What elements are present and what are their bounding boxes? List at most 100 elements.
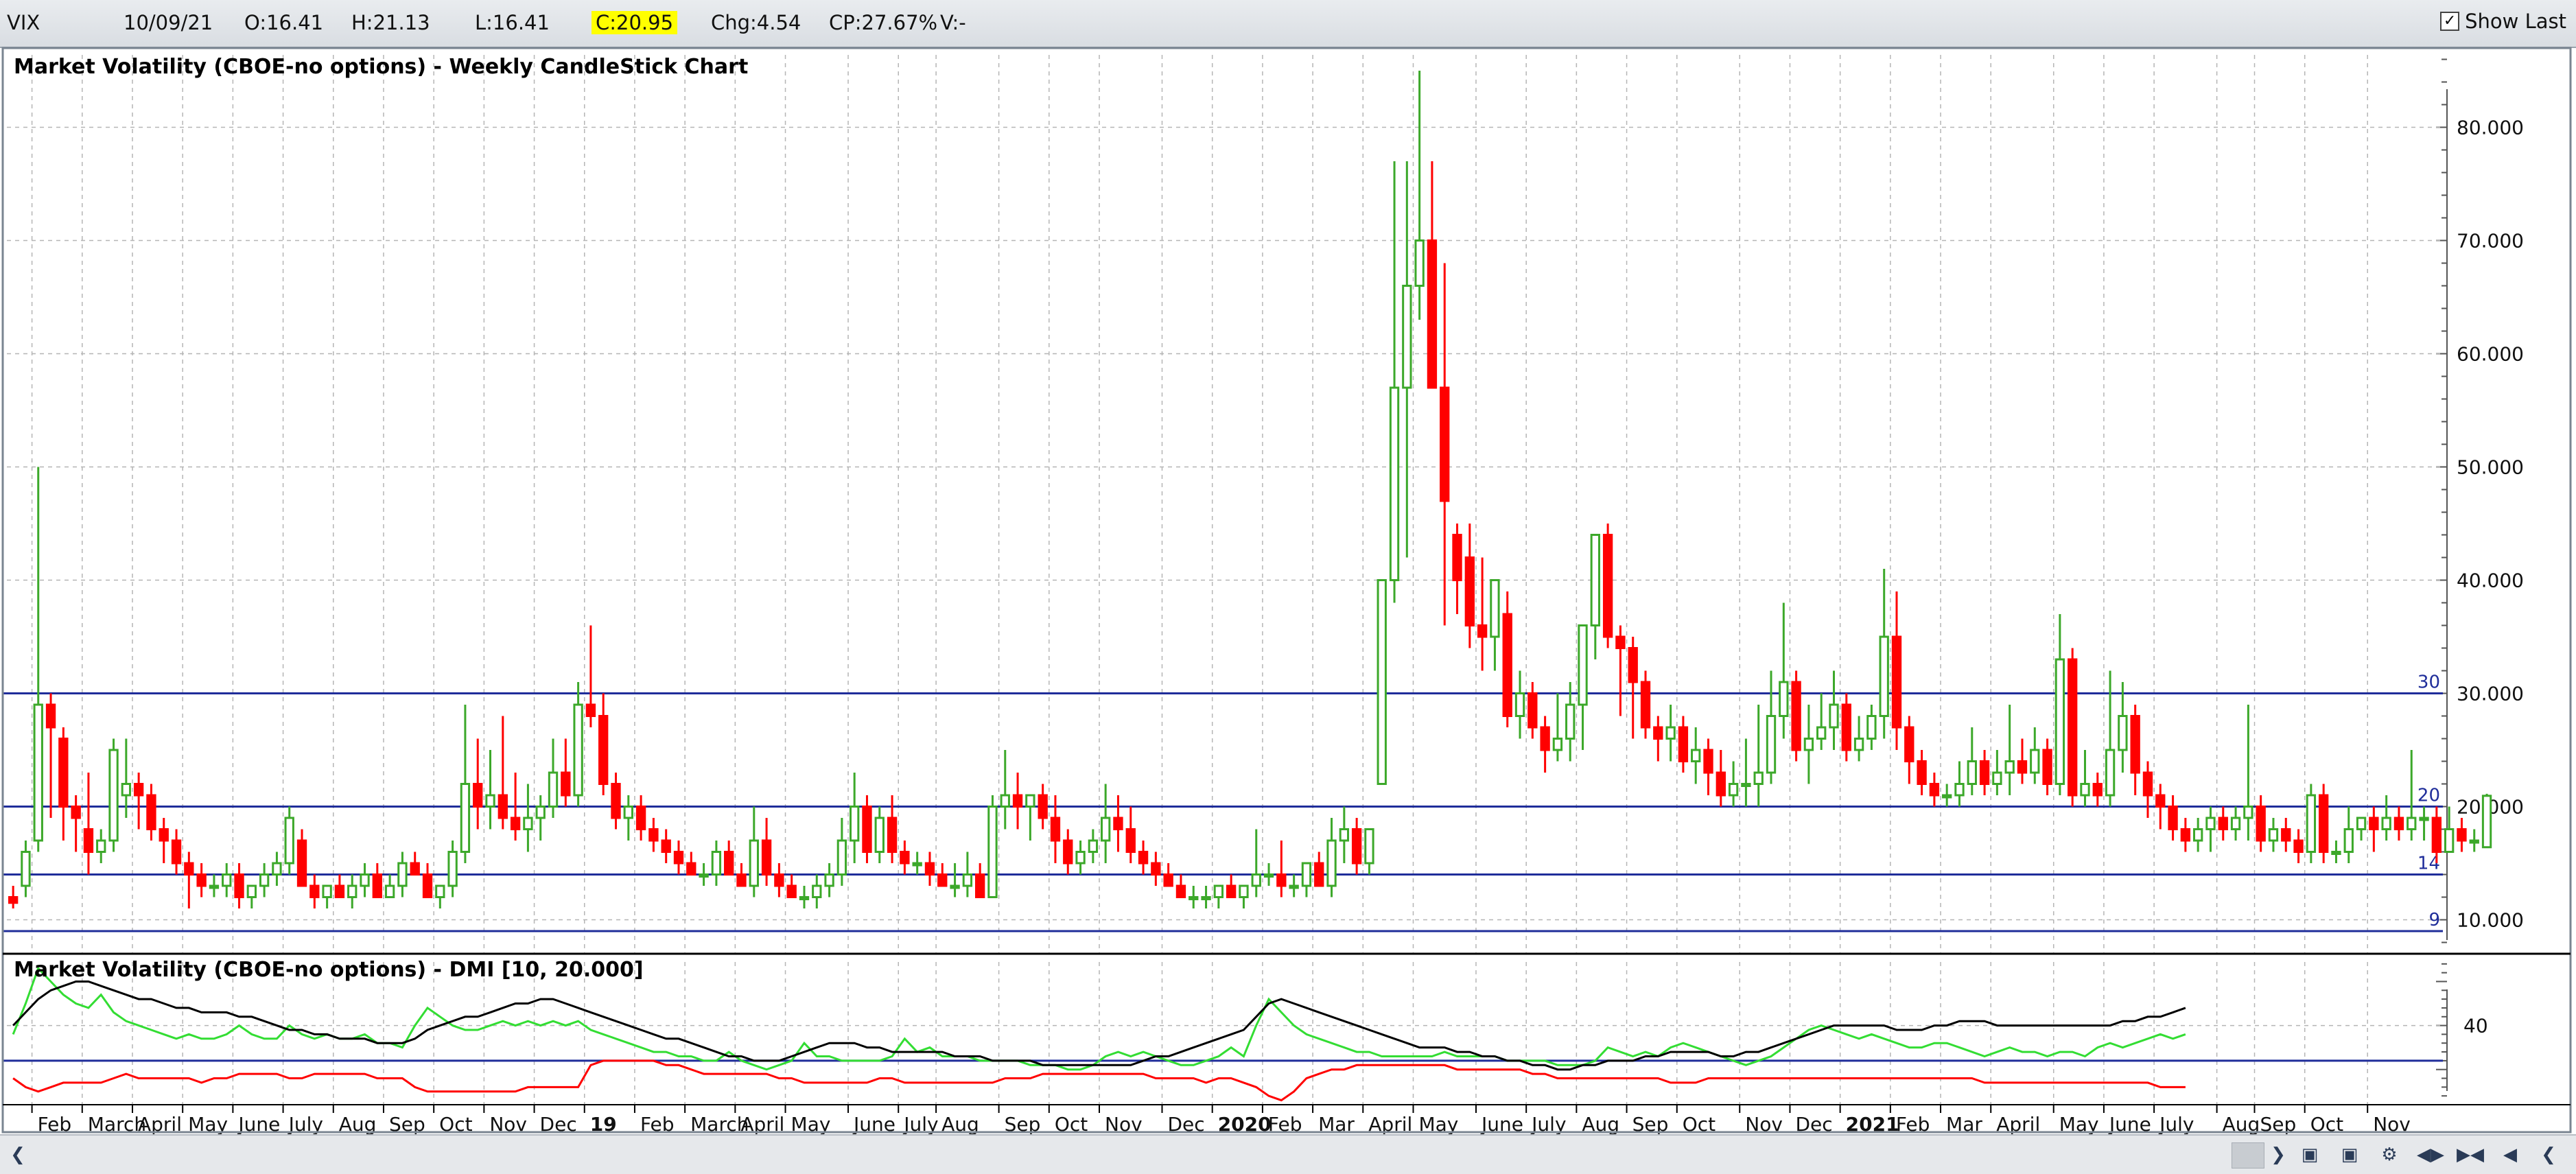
candle-body xyxy=(523,817,533,830)
prev-page-icon-2[interactable]: ◀ xyxy=(2496,1144,2524,1166)
candle-body xyxy=(1175,884,1186,898)
candle-body xyxy=(1917,760,1927,785)
candle-body xyxy=(309,884,320,898)
horizontal-scrollbar[interactable]: ❮ ❯ ▣ ▣ ⚙ ◀▶ ▶◀ ◀ ❮ xyxy=(0,1134,2576,1174)
candle-body xyxy=(573,703,583,797)
candle-body xyxy=(2054,658,2065,785)
y-tick-label: 60.000 xyxy=(2457,343,2524,366)
candle-body xyxy=(1427,239,1438,389)
candle-body xyxy=(2180,828,2191,842)
scroll-left-icon[interactable]: ❮ xyxy=(4,1144,32,1166)
candle-body xyxy=(447,851,458,887)
candle-body xyxy=(598,715,609,785)
candle-body xyxy=(2004,760,2015,774)
candle-body xyxy=(1502,613,1512,717)
candle-body xyxy=(2142,771,2153,797)
candle-body xyxy=(246,884,257,898)
candle-body xyxy=(561,771,571,797)
candle-body xyxy=(360,873,370,887)
zoom-out-icon[interactable]: ▣ xyxy=(2336,1144,2363,1166)
candle-body xyxy=(209,884,220,889)
candlestick-chart-title: Market Volatility (CBOE-no options) - We… xyxy=(14,55,749,79)
candle-body xyxy=(473,783,483,808)
candle-body xyxy=(1075,851,1086,865)
candle-body xyxy=(912,862,922,867)
candle-body xyxy=(950,884,960,889)
candle-body xyxy=(2281,828,2291,842)
candle-body xyxy=(799,896,810,900)
candle-body xyxy=(1979,760,1990,785)
candle-body xyxy=(1201,896,1211,900)
settings-icon[interactable]: ⚙ xyxy=(2376,1144,2403,1166)
candle-body xyxy=(2268,828,2279,842)
candle-body xyxy=(2457,828,2467,842)
zoom-in-icon[interactable]: ▣ xyxy=(2296,1144,2323,1166)
candle-body xyxy=(1440,386,1450,502)
candle-body xyxy=(1640,681,1651,729)
candle-body xyxy=(2068,658,2078,797)
candle-body xyxy=(485,794,495,808)
candle-body xyxy=(1602,534,1613,638)
prev-page-icon[interactable]: ▶◀ xyxy=(2457,1144,2484,1166)
candle-body xyxy=(924,862,935,876)
candle-body xyxy=(699,873,709,878)
dmi-pane[interactable]: 40 xyxy=(3,962,2488,1105)
candle-body xyxy=(749,839,759,887)
candle-body xyxy=(2293,839,2304,853)
hline-label: 9 xyxy=(2428,910,2440,930)
candle-body xyxy=(1540,726,1550,751)
candle-body xyxy=(21,851,31,887)
candle-body xyxy=(1314,862,1324,887)
candle-body xyxy=(2017,760,2028,774)
candle-body xyxy=(422,873,433,898)
candlestick-pane[interactable]: 10.00020.00030.00040.00050.00060.00070.0… xyxy=(3,55,2524,954)
chart-area[interactable]: 10.00020.00030.00040.00050.00060.00070.0… xyxy=(0,0,2576,1173)
candle-body xyxy=(1351,828,1362,865)
candle-body xyxy=(623,806,633,819)
candle-body xyxy=(2393,817,2404,830)
candle-body xyxy=(1929,783,1940,797)
candle-body xyxy=(296,839,307,887)
previous-icon[interactable]: ❮ xyxy=(2535,1144,2562,1166)
candle-body xyxy=(1853,738,1864,751)
scrollbar-thumb[interactable] xyxy=(2232,1142,2264,1169)
candle-body xyxy=(786,884,797,898)
x-axis: Feb MarchApril May June July Aug Sep Oct Nov Dec 1… xyxy=(31,1105,2411,1136)
candle-body xyxy=(774,873,784,887)
y-tick-label: 30.000 xyxy=(2457,683,2524,705)
candle-body xyxy=(1665,726,1676,740)
candle-body xyxy=(1151,862,1161,876)
candle-body xyxy=(2369,817,2379,830)
candle-body xyxy=(2444,828,2455,853)
first-page-icon[interactable]: ◀▶ xyxy=(2417,1144,2444,1166)
candle-body xyxy=(661,839,671,853)
candle-body xyxy=(900,851,910,865)
candle-body xyxy=(1766,715,1777,774)
candle-body xyxy=(1226,884,1237,898)
candle-body xyxy=(171,839,182,865)
candle-body xyxy=(1615,635,1626,649)
candle-body xyxy=(196,873,207,887)
candle-body xyxy=(1239,884,1249,898)
candle-body xyxy=(108,749,119,842)
candle-body xyxy=(724,851,734,876)
candle-body xyxy=(2118,715,2128,751)
candle-body xyxy=(1779,681,1789,717)
candle-body xyxy=(1402,285,1412,389)
candle-body xyxy=(862,806,872,853)
candle-body xyxy=(635,806,646,830)
candle-body xyxy=(673,851,684,865)
candle-body xyxy=(1841,703,1851,751)
candle-body xyxy=(824,873,834,887)
candle-body xyxy=(1527,692,1538,729)
hline-label: 20 xyxy=(2417,786,2440,806)
candle-body xyxy=(1377,579,1387,785)
candle-body xyxy=(1866,715,1877,740)
candle-body xyxy=(937,873,948,887)
candle-body xyxy=(962,873,973,887)
candle-body xyxy=(585,703,596,717)
candle-body xyxy=(1326,839,1337,887)
candle-body xyxy=(874,817,885,853)
candle-body xyxy=(45,703,56,729)
scroll-right-icon[interactable]: ❯ xyxy=(2264,1144,2292,1166)
